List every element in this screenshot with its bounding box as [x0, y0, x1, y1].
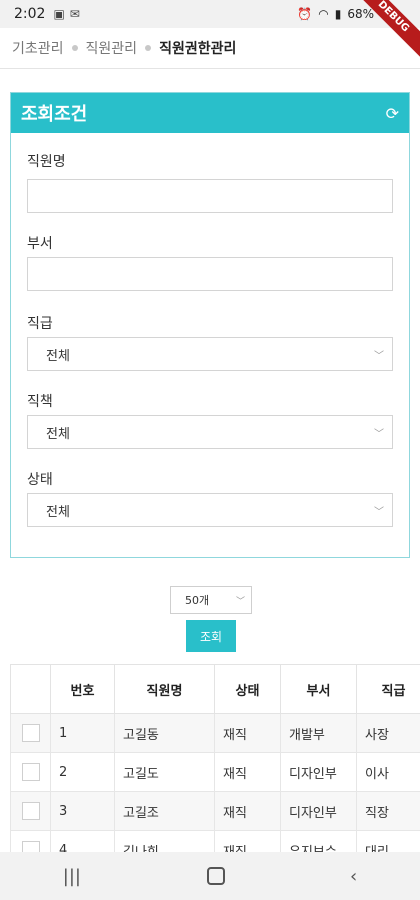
- row-checkbox[interactable]: [21, 763, 40, 781]
- dept-label: 부서: [27, 236, 53, 252]
- grade-label: 직급: [27, 316, 53, 332]
- state-select[interactable]: 전체 ﹀: [27, 493, 393, 527]
- chevron-down-icon: ﹀: [374, 428, 384, 440]
- column-header[interactable]: 직원명: [114, 664, 215, 714]
- position-label: 직책: [27, 394, 53, 410]
- cell-grade: 직장: [356, 791, 420, 831]
- cell-name: 고길조: [114, 791, 215, 831]
- signal-icon: ▮: [334, 7, 342, 21]
- table-row[interactable]: 1 고길동 재직 개발부 사장: [10, 713, 420, 753]
- status-time: 2:02: [14, 6, 46, 22]
- table-row[interactable]: 3 고길조 재직 디자인부 직장: [10, 791, 420, 831]
- breadcrumb-item[interactable]: 직원관리: [86, 38, 138, 58]
- breadcrumb: 기초관리 직원관리 직원권한관리: [12, 38, 236, 58]
- search-button[interactable]: 조회: [186, 620, 236, 652]
- column-header[interactable]: 번호: [50, 664, 115, 714]
- cell-name: 고길동: [114, 713, 215, 753]
- status-bar: 2:02 ▣ ✉ ⏰ ◠ ▮ 68% DEBUG: [0, 0, 420, 63]
- cell-no: 3: [50, 791, 115, 831]
- column-header[interactable]: 직급: [356, 664, 420, 714]
- refresh-icon[interactable]: ⟳: [386, 104, 399, 123]
- breadcrumb-current: 직원권한관리: [159, 41, 237, 57]
- breadcrumb-separator: [71, 45, 78, 51]
- wifi-icon: ◠: [318, 7, 329, 21]
- dept-input[interactable]: [27, 257, 393, 291]
- panel-title: 조회조건: [21, 104, 88, 125]
- divider: [0, 68, 420, 69]
- cell-name: 고길도: [114, 752, 215, 792]
- state-label: 상태: [27, 472, 53, 488]
- column-header[interactable]: 부서: [280, 664, 357, 714]
- breadcrumb-separator: [145, 45, 152, 51]
- cell-dept: 디자인부: [280, 752, 357, 792]
- chevron-down-icon: ﹀: [235, 596, 245, 607]
- page-size-value: 50개: [185, 594, 210, 607]
- back-icon[interactable]: ‹: [350, 866, 357, 887]
- home-icon[interactable]: [206, 867, 225, 885]
- cell-grade: 이사: [356, 752, 420, 792]
- mail-icon: ✉: [69, 7, 80, 21]
- cell-state: 재직: [214, 752, 281, 792]
- breadcrumb-item[interactable]: 기초관리: [12, 38, 64, 58]
- name-label: 직원명: [27, 154, 66, 170]
- cell-dept: 개발부: [280, 713, 357, 753]
- position-select[interactable]: 전체 ﹀: [27, 415, 393, 449]
- cell-dept: 디자인부: [280, 791, 357, 831]
- photo-icon: ▣: [53, 7, 65, 21]
- employee-table: 번호 직원명 상태 부서 직급 1 고길동 재직 개발부 사장 2 고길도 재직…: [10, 664, 420, 870]
- cell-no: 1: [50, 713, 115, 753]
- chevron-down-icon: ﹀: [374, 506, 384, 518]
- column-header[interactable]: 상태: [214, 664, 281, 714]
- search-conditions-panel: 조회조건 ⟳ 직원명 부서 직급 전체 ﹀ 직책 전체 ﹀ 상태 전체 ﹀: [10, 92, 410, 558]
- chevron-down-icon: ﹀: [374, 350, 384, 362]
- row-checkbox[interactable]: [21, 724, 40, 742]
- name-input[interactable]: [27, 179, 393, 213]
- cell-state: 재직: [214, 713, 281, 753]
- table-row[interactable]: 2 고길도 재직 디자인부 이사: [10, 752, 420, 792]
- recents-icon[interactable]: |||: [63, 866, 81, 887]
- alarm-icon: ⏰: [297, 7, 313, 21]
- select-all-cell: [10, 664, 51, 714]
- page-size-select[interactable]: 50개 ﹀: [170, 586, 252, 614]
- android-nav-bar: ||| ‹: [0, 852, 420, 900]
- grade-select[interactable]: 전체 ﹀: [27, 337, 393, 371]
- cell-state: 재직: [214, 791, 281, 831]
- row-checkbox[interactable]: [21, 802, 40, 820]
- battery-text: 68%: [347, 7, 374, 21]
- position-select-value: 전체: [46, 426, 70, 442]
- grade-select-value: 전체: [46, 348, 70, 364]
- table-header-row: 번호 직원명 상태 부서 직급: [10, 664, 420, 714]
- cell-grade: 사장: [356, 713, 420, 753]
- state-select-value: 전체: [46, 504, 70, 520]
- cell-no: 2: [50, 752, 115, 792]
- panel-header: 조회조건 ⟳: [11, 93, 409, 133]
